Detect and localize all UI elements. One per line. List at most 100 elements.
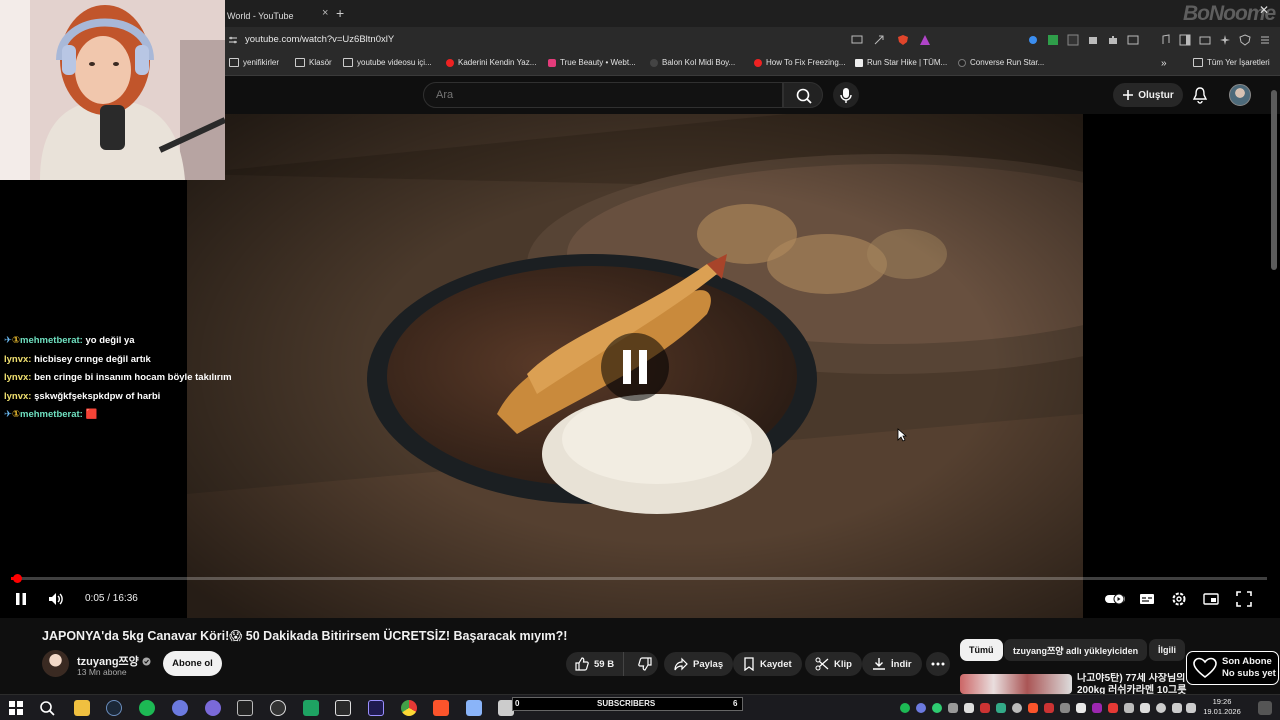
microphone-tray-icon[interactable] xyxy=(1156,703,1166,713)
epic-games-icon[interactable] xyxy=(237,700,253,716)
search-input[interactable] xyxy=(424,83,782,107)
tray-app-icon[interactable] xyxy=(1140,703,1150,713)
fullscreen-icon[interactable] xyxy=(1236,591,1252,607)
bookmarks-overflow-button[interactable]: » xyxy=(1161,58,1167,69)
app-icon[interactable] xyxy=(172,700,188,716)
bookmark-item[interactable]: Klasör xyxy=(295,58,332,67)
page-scrollbar[interactable] xyxy=(1271,90,1277,270)
file-explorer-icon[interactable] xyxy=(74,700,90,716)
premiere-pro-icon[interactable] xyxy=(368,700,384,716)
tray-app-icon[interactable] xyxy=(1060,703,1070,713)
bookmark-item[interactable]: Kaderini Kendin Yaz... xyxy=(446,58,536,67)
tray-brave-icon[interactable] xyxy=(1028,703,1038,713)
leo-ai-icon[interactable] xyxy=(1219,34,1231,46)
extensions-puzzle-icon[interactable] xyxy=(1107,34,1119,46)
subtitles-icon[interactable] xyxy=(1139,591,1155,607)
extension-audio-icon[interactable] xyxy=(1027,34,1039,46)
all-bookmarks[interactable]: Tüm Yer İşaretleri xyxy=(1193,58,1270,67)
search-button[interactable] xyxy=(783,82,823,108)
browser-tab[interactable]: World - YouTube xyxy=(225,2,335,27)
autoplay-toggle-icon[interactable] xyxy=(1104,591,1126,607)
wallet-icon[interactable] xyxy=(1199,34,1211,46)
media-control-icon[interactable] xyxy=(1159,34,1171,46)
extension-dark-icon[interactable] xyxy=(1067,34,1079,46)
spotify-icon[interactable] xyxy=(139,700,155,716)
tray-app-icon[interactable] xyxy=(996,703,1006,713)
progress-bar[interactable] xyxy=(11,577,1267,580)
app-icon[interactable] xyxy=(303,700,319,716)
tray-app-icon[interactable] xyxy=(964,703,974,713)
progress-scrubber-handle[interactable] xyxy=(13,574,22,583)
like-button[interactable]: 59 B xyxy=(566,652,625,676)
subscribe-button[interactable]: Abone ol xyxy=(163,651,222,676)
create-button[interactable]: Oluştur xyxy=(1113,83,1183,107)
bookmark-item[interactable]: Balon Kol Midi Boy... xyxy=(650,58,735,67)
share-icon[interactable] xyxy=(873,34,885,46)
tray-app-icon[interactable] xyxy=(1044,703,1054,713)
tray-app-icon[interactable] xyxy=(1108,703,1118,713)
system-clock[interactable]: 19:26 19.01.2026 xyxy=(1200,697,1244,717)
channel-avatar[interactable] xyxy=(42,650,69,677)
site-icon xyxy=(650,58,658,67)
recommendation-thumbnail[interactable] xyxy=(960,674,1072,694)
capcut-icon[interactable] xyxy=(335,700,351,716)
obs-icon[interactable] xyxy=(270,700,286,716)
vpn-shield-icon[interactable] xyxy=(1239,34,1251,46)
recommendation-title[interactable]: 나고야5탄) 77세 사장님의 200kg 러쉬카라멘 10그릇 먹었 xyxy=(1077,673,1197,694)
voice-search-button[interactable] xyxy=(833,82,859,108)
bookmark-item[interactable]: youtube videosu içi... xyxy=(343,58,432,67)
theater-mode-icon[interactable] xyxy=(1203,591,1219,607)
app-icon[interactable] xyxy=(205,700,221,716)
volume-tray-icon[interactable] xyxy=(1186,703,1196,713)
chip-all[interactable]: Tümü xyxy=(960,639,1003,661)
volume-icon[interactable] xyxy=(47,591,65,607)
steam-icon[interactable] xyxy=(106,700,122,716)
tab-close-button[interactable]: × xyxy=(322,7,328,19)
download-button[interactable]: İndir xyxy=(862,652,922,676)
tray-app-icon[interactable] xyxy=(948,703,958,713)
settings-gear-icon[interactable] xyxy=(1171,591,1187,607)
account-avatar[interactable] xyxy=(1229,84,1251,106)
windows-start-icon[interactable] xyxy=(8,700,24,716)
tray-app-icon[interactable] xyxy=(980,703,990,713)
network-tray-icon[interactable] xyxy=(1172,703,1182,713)
bookmark-item[interactable]: Run Star Hike | TÜM... xyxy=(855,58,947,67)
brave-rewards-icon[interactable] xyxy=(919,34,931,46)
sidebar-icon[interactable] xyxy=(1179,34,1191,46)
site-info-icon[interactable] xyxy=(228,35,238,45)
brave-browser-icon[interactable] xyxy=(433,700,449,716)
extension-green-icon[interactable] xyxy=(1047,34,1059,46)
save-button[interactable]: Kaydet xyxy=(733,652,802,676)
extension-icon[interactable] xyxy=(1087,34,1099,46)
bookmark-item[interactable]: How To Fix Freezing... xyxy=(754,58,845,67)
tray-app-icon[interactable] xyxy=(932,703,942,713)
bookmark-item[interactable]: Converse Run Star... xyxy=(958,58,1044,67)
taskbar-search-icon[interactable] xyxy=(39,700,55,716)
tray-app-icon[interactable] xyxy=(1076,703,1086,713)
dislike-button[interactable] xyxy=(629,657,661,671)
url-field[interactable]: youtube.com/watch?v=Uz6Bltn0xlY xyxy=(245,34,394,45)
cast-icon[interactable] xyxy=(851,34,863,46)
app-icon[interactable] xyxy=(466,700,482,716)
chip-related[interactable]: İlgili xyxy=(1149,639,1185,661)
chrome-icon[interactable] xyxy=(401,700,417,716)
menu-icon[interactable] xyxy=(1259,34,1271,46)
notification-center-icon[interactable] xyxy=(1258,701,1272,715)
tray-spotify-icon[interactable] xyxy=(900,703,910,713)
chip-from-uploader[interactable]: tzuyang쯔양 adlı yükleyiciden xyxy=(1004,639,1148,661)
tray-app-icon[interactable] xyxy=(1092,703,1102,713)
share-button[interactable]: Paylaş xyxy=(664,652,734,676)
tray-app-icon[interactable] xyxy=(1012,703,1022,713)
new-tab-button[interactable]: + xyxy=(336,5,344,21)
more-actions-button[interactable] xyxy=(926,652,950,676)
bookmark-item[interactable]: yenifikirler xyxy=(229,58,279,67)
tray-discord-icon[interactable] xyxy=(916,703,926,713)
clip-button[interactable]: Klip xyxy=(805,652,862,676)
screenshot-icon[interactable] xyxy=(1127,34,1139,46)
notifications-bell-icon[interactable] xyxy=(1191,86,1209,104)
tray-app-icon[interactable] xyxy=(1124,703,1134,713)
bookmark-item[interactable]: True Beauty • Webt... xyxy=(548,58,636,67)
pause-icon[interactable] xyxy=(14,591,28,607)
brave-shield-icon[interactable] xyxy=(897,34,909,46)
window-close-button[interactable]: ✕ xyxy=(1259,3,1269,17)
